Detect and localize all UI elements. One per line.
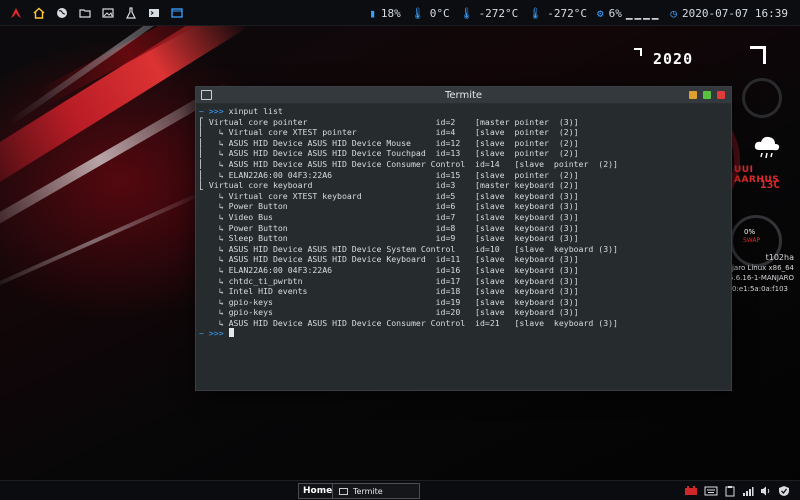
cloud-rain-icon xyxy=(754,136,780,159)
output-line: ↳ ELAN22A6:00 04F3:22A6 id=16 [slave key… xyxy=(199,264,579,275)
conky-ring xyxy=(742,78,782,118)
output-line: ↳ gpio-keys id=20 [slave keyboard (3)] xyxy=(199,307,579,318)
output-line: ⎜ ↳ ASUS HID Device ASUS HID Device Mous… xyxy=(199,137,579,148)
bottom-taskbar: Home Termite xyxy=(0,480,800,500)
clipboard-icon[interactable] xyxy=(724,482,736,500)
arch-logo-icon[interactable] xyxy=(9,6,23,20)
output-line: ⎣ Virtual core keyboard id=3 [master key… xyxy=(199,180,579,191)
terminal-titlebar[interactable]: Termite xyxy=(196,87,731,104)
flask-icon[interactable] xyxy=(124,6,138,20)
output-line: ⎡ Virtual core pointer id=2 [master poin… xyxy=(199,116,579,127)
cpu-indicator[interactable]: ⚙ 6% ▁▁▁▁ xyxy=(597,7,660,20)
thermometer-icon: 🌡︎ xyxy=(528,6,543,20)
maximize-button[interactable] xyxy=(703,91,711,99)
clock-icon: ◷ xyxy=(670,6,678,20)
output-line: ⎜ ↳ Virtual core XTEST pointer id=4 [sla… xyxy=(199,127,579,138)
top-panel: ▮ 18% 🌡︎ 0°C 🌡︎ -272°C 🌡︎ -272°C ⚙ 6% ▁▁▁▁ ◷ 20… xyxy=(0,0,800,26)
output-line: ⎜ ↳ ASUS HID Device ASUS HID Device Touc… xyxy=(199,148,579,159)
output-line: ↳ gpio-keys id=19 [slave keyboard (3)] xyxy=(199,296,579,307)
output-line: ↳ Virtual core XTEST keyboard id=5 [slav… xyxy=(199,190,579,201)
temperature-1: 🌡︎ 0°C xyxy=(410,6,450,20)
temperature-3: 🌡︎ -272°C xyxy=(528,6,588,20)
output-line: ↳ Sleep Button id=9 [slave keyboard (3)] xyxy=(199,233,579,244)
prompt-symbol: ~ >>> xyxy=(199,328,224,339)
weather-temperature: 13C xyxy=(760,178,780,191)
taskbar-item-termite[interactable]: Termite xyxy=(332,483,420,499)
thermometer-icon: 🌡︎ xyxy=(410,6,425,20)
clock[interactable]: ◷ 2020-07-07 16:39 xyxy=(670,7,788,20)
text-cursor xyxy=(228,328,234,338)
output-line: ↳ Video Bus id=7 [slave keyboard (3)] xyxy=(199,211,579,222)
terminal-output[interactable]: ~ >>> xinput list ⎡ Virtual core pointer … xyxy=(196,104,731,341)
window-controls xyxy=(689,91,725,99)
window-icon[interactable] xyxy=(170,6,184,20)
output-line: ↳ ASUS HID Device ASUS HID Device System… xyxy=(199,243,618,254)
prompt-line: ~ >>> xyxy=(199,328,728,339)
command-text: xinput list xyxy=(228,106,283,116)
swap-label: SWAP xyxy=(743,237,761,244)
folder-icon[interactable] xyxy=(78,6,92,20)
cpu-gear-icon: ⚙ xyxy=(597,6,604,20)
wifi-signal-icon[interactable] xyxy=(742,482,754,500)
output-line: ⎜ ↳ ELAN22A6:00 04F3:22A6 id=15 [slave p… xyxy=(199,169,579,180)
terminal-task-icon xyxy=(339,487,348,495)
battery-icon: ▮ xyxy=(369,6,376,20)
output-line: ↳ Intel HID events id=18 [slave keyboard… xyxy=(199,286,579,297)
kernel-version: 5.6.16-1-MANJARO xyxy=(729,274,794,282)
conky-corner-large xyxy=(750,46,766,64)
minimize-button[interactable] xyxy=(689,91,697,99)
desktop: ▮ 18% 🌡︎ 0°C 🌡︎ -272°C 🌡︎ -272°C ⚙ 6% ▁▁▁▁ ◷ 20… xyxy=(0,0,800,500)
thermometer-icon: 🌡︎ xyxy=(459,6,474,20)
output-line: ↳ Power Button id=6 [slave keyboard (3)] xyxy=(199,201,579,212)
output-line: ⎜ ↳ ASUS HID Device ASUS HID Device Cons… xyxy=(199,158,618,169)
close-button[interactable] xyxy=(717,91,725,99)
globe-icon[interactable] xyxy=(55,6,69,20)
network-adapter-icon[interactable] xyxy=(684,482,698,500)
terminal-icon[interactable] xyxy=(147,6,161,20)
volume-icon[interactable] xyxy=(760,482,772,500)
taskbar-item-label: Termite xyxy=(353,486,383,496)
cpu-bars: ▁▁▁▁ xyxy=(625,6,661,20)
shield-check-icon[interactable] xyxy=(778,482,790,500)
home-icon[interactable] xyxy=(32,6,46,20)
status-area: ▮ 18% 🌡︎ 0°C 🌡︎ -272°C 🌡︎ -272°C ⚙ 6% ▁▁▁▁ ◷ 20… xyxy=(359,0,788,26)
conky-year: 2020 xyxy=(653,50,694,68)
conky-corner-small xyxy=(634,48,642,56)
prompt-symbol: ~ >>> xyxy=(199,106,224,116)
output-line: ↳ ASUS HID Device ASUS HID Device Consum… xyxy=(199,317,618,328)
battery-indicator[interactable]: ▮ 18% xyxy=(369,7,401,20)
output-line: ↳ Power Button id=8 [slave keyboard (3)] xyxy=(199,222,579,233)
output-line: ↳ chtdc_ti_pwrbtn id=17 [slave keyboard … xyxy=(199,275,579,286)
terminal-title: Termite xyxy=(444,89,483,101)
command-line: ~ >>> xinput list xyxy=(199,106,728,117)
terminal-window[interactable]: Termite ~ >>> xinput list ⎡ Virtual core … xyxy=(195,86,732,391)
system-tray xyxy=(684,484,790,498)
temperature-2: 🌡︎ -272°C xyxy=(459,6,519,20)
keyboard-layout-icon[interactable] xyxy=(704,482,718,500)
hostname: t102ha xyxy=(765,253,794,262)
output-line: ↳ ASUS HID Device ASUS HID Device Keyboa… xyxy=(199,254,579,265)
swap-percent: 0% xyxy=(744,228,756,236)
image-icon[interactable] xyxy=(101,6,115,20)
